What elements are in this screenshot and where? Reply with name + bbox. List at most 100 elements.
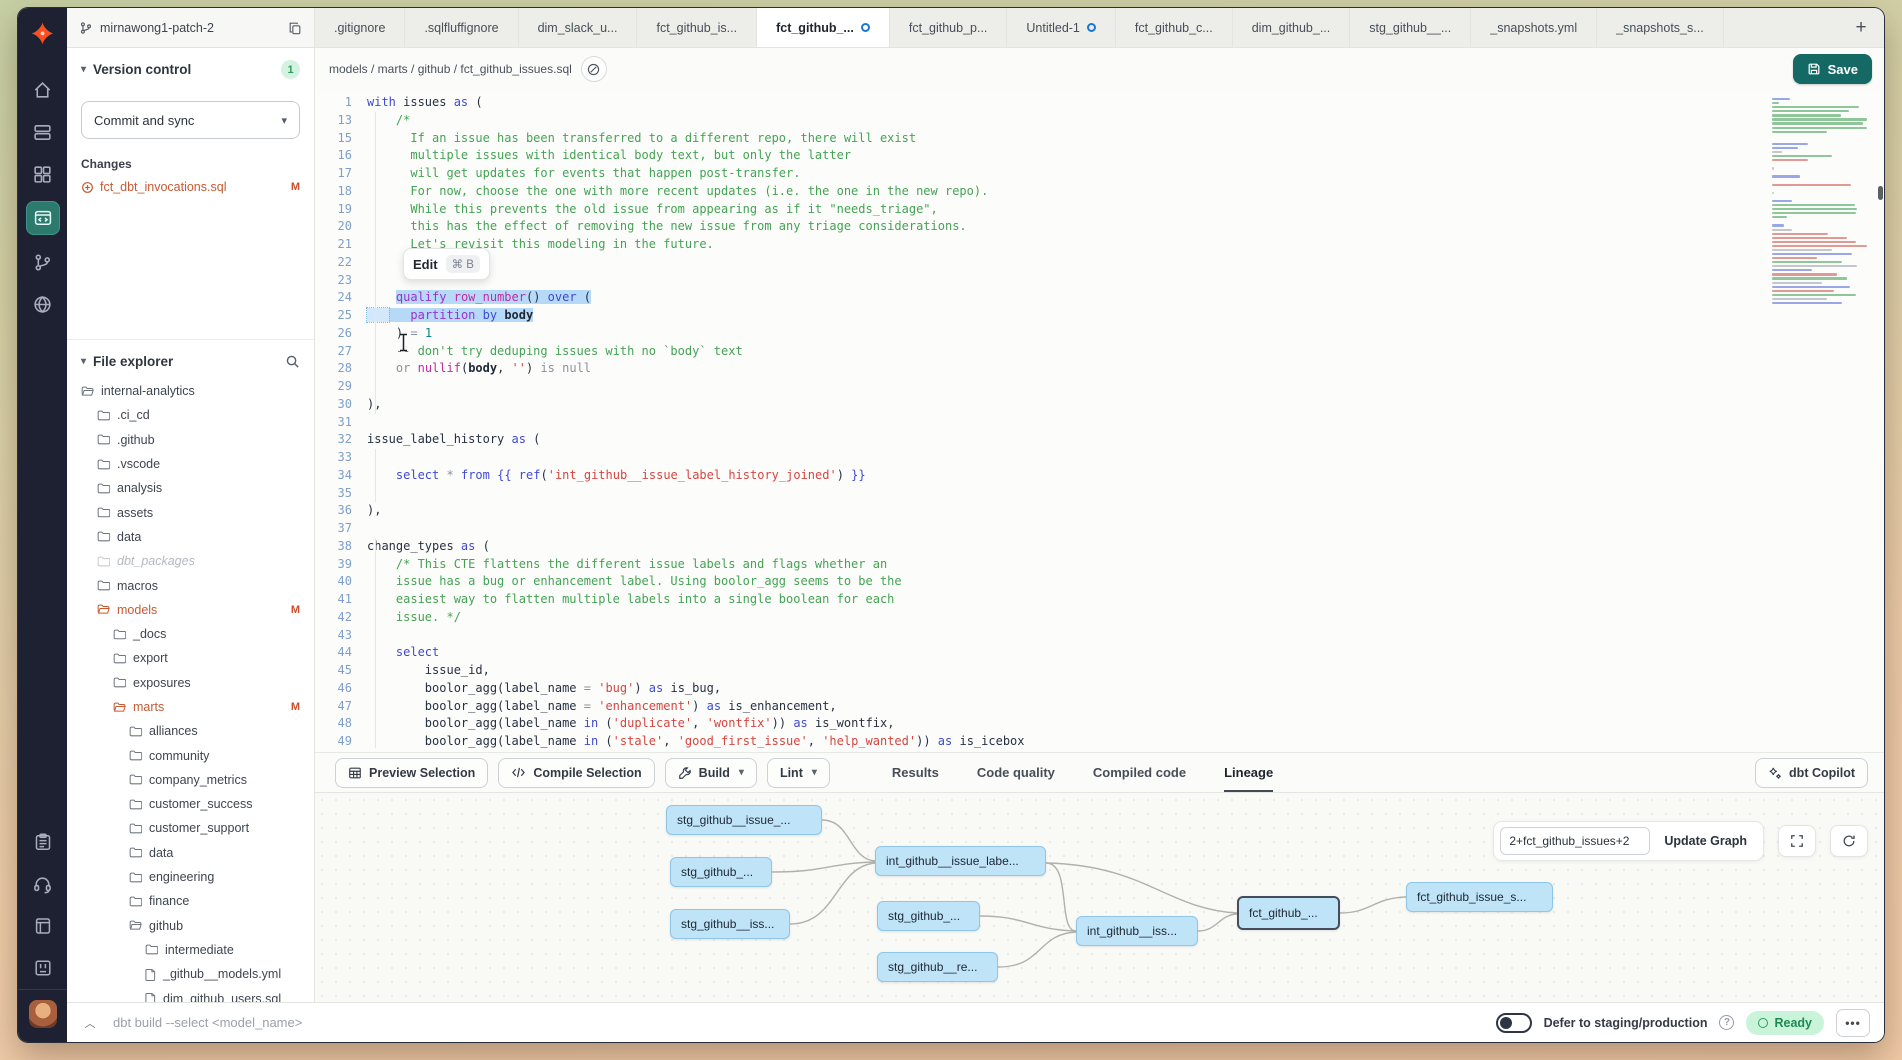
tree-item-_github__models.yml[interactable]: _github__models.yml bbox=[67, 962, 314, 986]
lineage-node-stg_github_[interactable]: stg_github_... bbox=[877, 901, 980, 931]
tree-item-data[interactable]: data bbox=[67, 841, 314, 865]
lineage-node-int_github__iss[interactable]: int_github__iss... bbox=[1076, 916, 1198, 946]
lineage-node-fct_github_issue_s[interactable]: fct_github_issue_s... bbox=[1406, 882, 1553, 912]
tree-item-exposures[interactable]: exposures bbox=[67, 671, 314, 695]
panel-tab-results[interactable]: Results bbox=[892, 753, 939, 792]
tree-item-assets[interactable]: assets bbox=[67, 500, 314, 524]
tab-fct_github_c...[interactable]: fct_github_c... bbox=[1116, 8, 1233, 47]
tab-.sqlfluffignore[interactable]: .sqlfluffignore bbox=[405, 8, 518, 47]
minimap[interactable] bbox=[1772, 98, 1872, 306]
tree-item-github[interactable]: github bbox=[67, 914, 314, 938]
version-control-header[interactable]: ▾ Version control 1 bbox=[81, 60, 300, 79]
tree-item-marts[interactable]: martsM bbox=[67, 695, 314, 719]
code-editor[interactable]: 1131516171819202122232425262728293031323… bbox=[315, 90, 1884, 752]
tree-item-company_metrics[interactable]: company_metrics bbox=[67, 768, 314, 792]
compile-selection-button[interactable]: Compile Selection bbox=[498, 758, 654, 788]
tree-item-label: customer_success bbox=[149, 797, 253, 811]
changed-file-row[interactable]: fct_dbt_invocations.sql M bbox=[81, 180, 300, 194]
deploy-icon[interactable] bbox=[18, 111, 67, 153]
lineage-node-stg_github_[interactable]: stg_github_... bbox=[670, 857, 772, 887]
tab-fct_github_p...[interactable]: fct_github_p... bbox=[890, 8, 1008, 47]
tree-item-export[interactable]: export bbox=[67, 646, 314, 670]
branch-icon[interactable] bbox=[18, 241, 67, 283]
lineage-selector-input[interactable] bbox=[1500, 827, 1650, 855]
update-graph-button[interactable]: Update Graph bbox=[1654, 834, 1757, 848]
preview-selection-button[interactable]: Preview Selection bbox=[335, 758, 488, 788]
build-button[interactable]: Build ▾ bbox=[665, 758, 757, 788]
copilot-edit-icon[interactable] bbox=[581, 56, 607, 82]
lineage-panel[interactable]: stg_github__issue_... stg_github_... stg_g… bbox=[315, 792, 1884, 1002]
tab-fct_github_...[interactable]: fct_github_... bbox=[757, 8, 890, 47]
refresh-button[interactable] bbox=[1830, 825, 1868, 857]
lineage-node-fct_github_[interactable]: fct_github_... bbox=[1237, 896, 1340, 930]
tree-item-intermediate[interactable]: intermediate bbox=[67, 938, 314, 962]
tab-.gitignore[interactable]: .gitignore bbox=[315, 8, 405, 47]
tree-item-macros[interactable]: macros bbox=[67, 573, 314, 597]
compile-selection-label: Compile Selection bbox=[533, 766, 641, 780]
fullscreen-button[interactable] bbox=[1778, 825, 1816, 857]
tab-stg_github__...[interactable]: stg_github__... bbox=[1350, 8, 1471, 47]
tree-item-customer_support[interactable]: customer_support bbox=[67, 816, 314, 840]
tree-item-.vscode[interactable]: .vscode bbox=[67, 452, 314, 476]
user-avatar[interactable] bbox=[29, 1000, 57, 1028]
tab-dim_github_...[interactable]: dim_github_... bbox=[1233, 8, 1351, 47]
panel-tab-compiled-code[interactable]: Compiled code bbox=[1093, 753, 1186, 792]
tree-item-_docs[interactable]: _docs bbox=[67, 622, 314, 646]
copy-icon[interactable] bbox=[288, 21, 302, 35]
tree-item-label: intermediate bbox=[165, 943, 234, 957]
lineage-node-int_github__issue_labe[interactable]: int_github__issue_labe... bbox=[875, 846, 1046, 876]
tree-item-models[interactable]: modelsM bbox=[67, 598, 314, 622]
tree-item-.github[interactable]: .github bbox=[67, 428, 314, 452]
new-tab-button[interactable]: + bbox=[1838, 8, 1884, 47]
branch-selector[interactable]: mirnawong1-patch-2 bbox=[67, 8, 315, 47]
tree-item-internal-analytics[interactable]: internal-analytics bbox=[67, 379, 314, 403]
tree-item-analysis[interactable]: analysis bbox=[67, 476, 314, 500]
panel-tab-code-quality[interactable]: Code quality bbox=[977, 753, 1055, 792]
checklist-icon[interactable] bbox=[18, 821, 67, 863]
lint-button[interactable]: Lint ▾ bbox=[767, 758, 830, 788]
lineage-node-stg_github__iss[interactable]: stg_github__iss... bbox=[670, 909, 790, 939]
code-line-36: ), bbox=[367, 502, 1884, 520]
apps-grid-icon[interactable] bbox=[18, 153, 67, 195]
support-headset-icon[interactable] bbox=[18, 863, 67, 905]
collapse-caret-icon[interactable]: ︿ bbox=[79, 1015, 101, 1031]
tab-Untitled-1[interactable]: Untitled-1 bbox=[1007, 8, 1116, 47]
scrollbar-thumb[interactable] bbox=[1878, 186, 1883, 200]
lineage-node-stg_github__re[interactable]: stg_github__re... bbox=[877, 952, 998, 982]
tree-item-alliances[interactable]: alliances bbox=[67, 719, 314, 743]
file-explorer-header[interactable]: ▾ File explorer bbox=[67, 354, 314, 369]
panel-tab-lineage[interactable]: Lineage bbox=[1224, 753, 1273, 792]
tree-item-dim_github_users.sql[interactable]: dim_github_users.sql bbox=[67, 986, 314, 1002]
edit-tooltip[interactable]: Edit ⌘ B bbox=[403, 248, 490, 280]
docs-book-icon[interactable] bbox=[18, 905, 67, 947]
home-icon[interactable] bbox=[18, 69, 67, 111]
more-options-button[interactable]: ••• bbox=[1836, 1009, 1870, 1037]
lineage-node-stg_github__issue_[interactable]: stg_github__issue_... bbox=[666, 805, 822, 835]
develop-ide-icon[interactable] bbox=[18, 195, 67, 241]
tab-_snapshots.yml[interactable]: _snapshots.yml bbox=[1471, 8, 1597, 47]
tree-item-community[interactable]: community bbox=[67, 743, 314, 767]
tree-item-label: community bbox=[149, 749, 209, 763]
tree-item-data[interactable]: data bbox=[67, 525, 314, 549]
tree-item-dbt_packages[interactable]: dbt_packages bbox=[67, 549, 314, 573]
tab-fct_github_is...[interactable]: fct_github_is... bbox=[637, 8, 757, 47]
panels-icon[interactable] bbox=[18, 947, 67, 989]
code-line-24: qualify row_number() over ( bbox=[367, 289, 1884, 307]
status-ready-badge[interactable]: Ready bbox=[1746, 1011, 1824, 1035]
defer-toggle[interactable] bbox=[1496, 1013, 1532, 1033]
tree-item-engineering[interactable]: engineering bbox=[67, 865, 314, 889]
tree-item-.ci_cd[interactable]: .ci_cd bbox=[67, 403, 314, 427]
search-icon[interactable] bbox=[285, 354, 300, 369]
save-button[interactable]: Save bbox=[1793, 54, 1872, 84]
help-icon[interactable]: ? bbox=[1719, 1015, 1734, 1030]
dbt-copilot-button[interactable]: dbt Copilot bbox=[1755, 758, 1868, 788]
wrench-icon bbox=[678, 766, 692, 780]
explore-globe-icon[interactable] bbox=[18, 283, 67, 325]
command-input[interactable]: dbt build --select <model_name> bbox=[113, 1015, 1484, 1030]
tree-item-finance[interactable]: finance bbox=[67, 889, 314, 913]
dbt-logo-icon[interactable] bbox=[29, 21, 56, 53]
commit-and-sync-button[interactable]: Commit and sync ▾ bbox=[81, 101, 300, 139]
tab-dim_slack_u...[interactable]: dim_slack_u... bbox=[519, 8, 638, 47]
tab-_snapshots_s...[interactable]: _snapshots_s... bbox=[1597, 8, 1724, 47]
tree-item-customer_success[interactable]: customer_success bbox=[67, 792, 314, 816]
